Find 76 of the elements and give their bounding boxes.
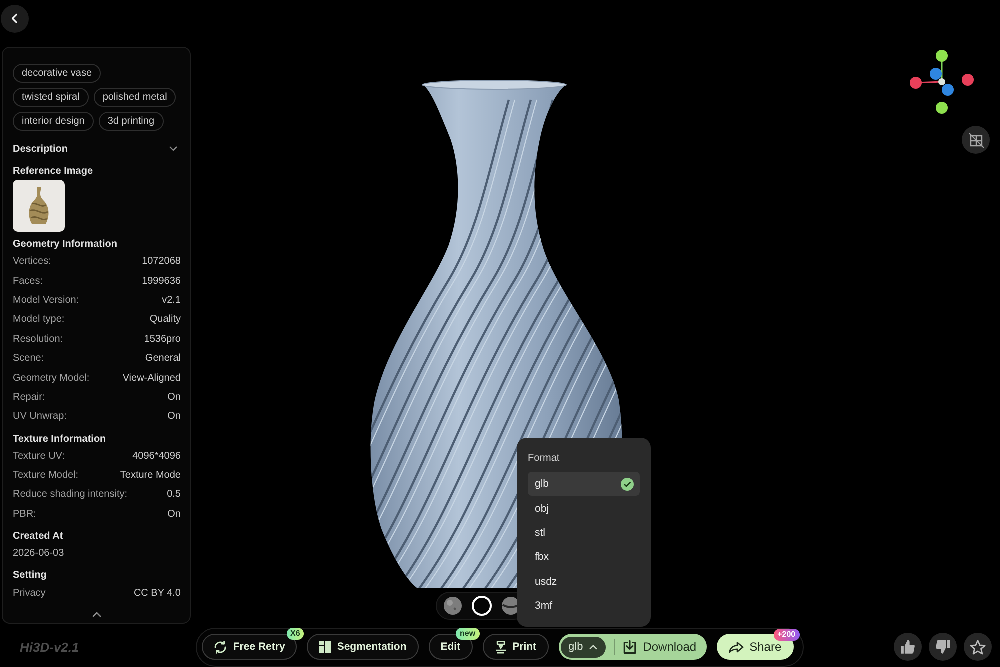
section-title: Geometry Information [13, 238, 118, 252]
info-label: Faces: [13, 276, 44, 287]
info-value: Quality [150, 314, 181, 326]
sphere-icon[interactable] [443, 596, 463, 616]
points-badge: +200 [774, 629, 800, 641]
info-value: CC BY 4.0 [134, 588, 181, 599]
chevron-left-icon [11, 13, 19, 25]
printer-nozzle-icon [494, 640, 507, 654]
thumbs-up-button[interactable] [894, 633, 922, 661]
info-value: v2.1 [162, 294, 181, 306]
star-icon [970, 640, 986, 654]
format-option[interactable]: 3mf [528, 594, 640, 618]
segmentation-button[interactable]: Segmentation [307, 634, 419, 660]
section-title: Created At [13, 530, 64, 544]
info-label: Geometry Model: [13, 372, 90, 384]
info-value: On [168, 411, 181, 422]
info-value: On [168, 508, 181, 520]
info-value: 4096*4096 [132, 450, 181, 462]
info-label: Scene: [13, 353, 44, 364]
section-title: Texture Information [13, 432, 106, 447]
format-option[interactable]: obj [528, 496, 640, 521]
format-option[interactable]: glb [528, 472, 640, 496]
info-value: General [145, 353, 181, 364]
info-label: Model type: [13, 314, 65, 326]
info-label: Reduce shading intensity: [13, 489, 128, 500]
info-value: 1999636 [142, 276, 181, 287]
info-value: On [168, 392, 181, 403]
tag: polished metal [94, 88, 176, 107]
thumbs-down-icon [936, 640, 950, 654]
axis-gizmo-drawing[interactable] [910, 50, 974, 114]
refresh-icon [214, 640, 228, 654]
version-label: Hi3D-v2.1 [20, 640, 80, 654]
section-title: Reference Image [13, 165, 94, 179]
chevron-up-icon [92, 610, 102, 618]
info-label: Vertices: [13, 256, 52, 268]
section-title: Setting [13, 569, 47, 584]
info-label: PBR: [13, 508, 36, 520]
back-button[interactable] [1, 5, 29, 33]
wireframe-toggle-button[interactable] [962, 126, 990, 154]
tag: interior design [13, 112, 94, 131]
info-label: Resolution: [13, 334, 64, 345]
button-badge: new [456, 628, 480, 640]
info-value: 1536pro [144, 334, 181, 345]
format-option[interactable]: fbx [528, 545, 640, 570]
info-label: Repair: [13, 392, 46, 403]
info-label: Model Version: [13, 294, 80, 306]
menu-title: Format [528, 452, 560, 466]
favorite-button[interactable] [964, 633, 992, 661]
info-value: 2026-06-03 [13, 548, 64, 560]
info-value: Texture Mode [120, 470, 181, 482]
thumbs-up-icon [901, 640, 915, 654]
print-button[interactable]: Print [482, 634, 549, 660]
info-value: 0.5 [167, 489, 181, 500]
format-option[interactable]: usdz [528, 570, 640, 594]
vase-thumbnail-drawing [13, 180, 65, 232]
tag: 3d printing [98, 112, 164, 131]
button-badge: X6 [286, 628, 304, 640]
format-select[interactable]: glb [560, 636, 606, 658]
info-value: 1072068 [142, 256, 181, 268]
info-label: Privacy [13, 588, 46, 599]
download-button[interactable]: Download [623, 640, 697, 654]
description-toggle[interactable]: Description [13, 141, 181, 157]
ring-icon[interactable] [472, 596, 492, 616]
info-label: Texture UV: [13, 450, 65, 462]
thumbs-down-button[interactable] [929, 633, 957, 661]
info-label: UV Unwrap: [13, 411, 67, 422]
info-value: View-Aligned [122, 372, 181, 384]
crossed-grid-icon [968, 132, 984, 148]
tag: twisted spiral [13, 88, 89, 107]
collapse-button[interactable] [92, 610, 102, 618]
download-icon [623, 640, 638, 654]
format-option[interactable]: stl [528, 520, 640, 546]
share-icon [728, 640, 744, 654]
tag: decorative vase [13, 64, 102, 83]
info-label: Texture Model: [13, 470, 79, 482]
segmentation-icon [319, 641, 332, 653]
